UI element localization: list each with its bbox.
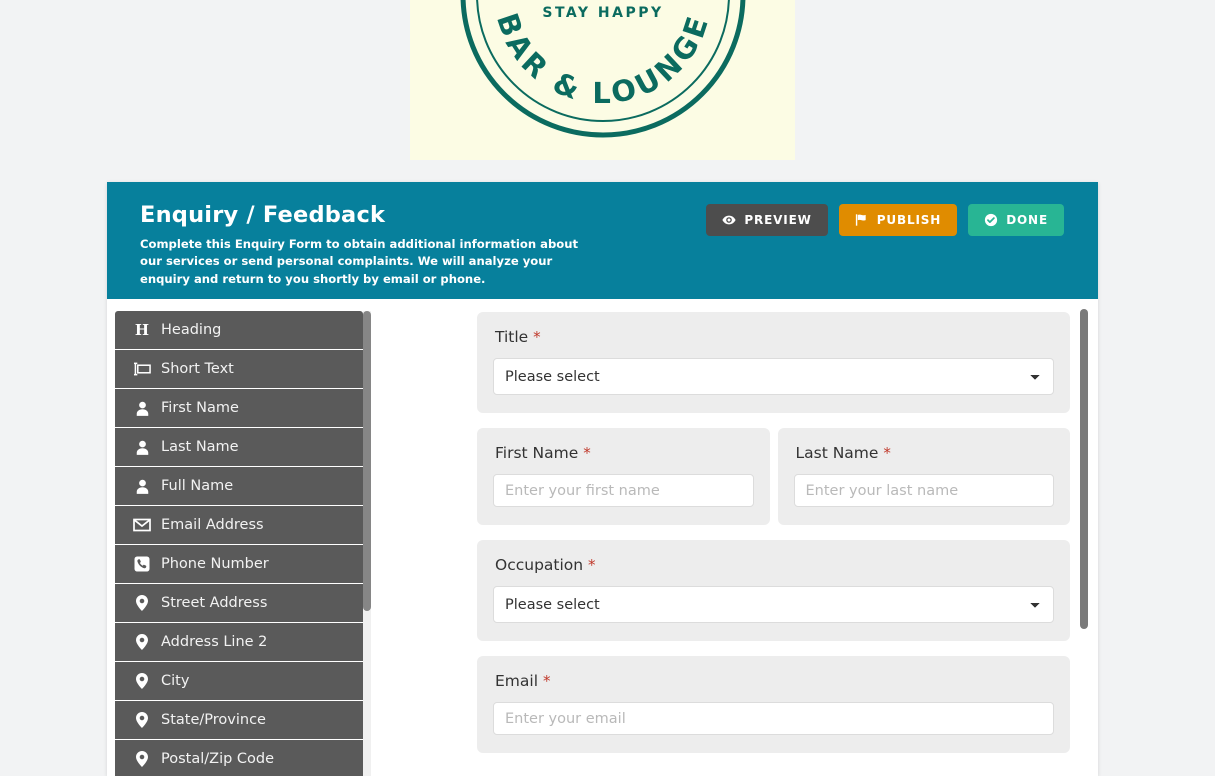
flag-icon [855,213,869,227]
preview-button-label: PREVIEW [744,213,812,227]
sidebar-item-label: City [161,673,190,689]
sidebar-item-first-name[interactable]: First Name [115,389,363,428]
email-field-label: Email * [495,672,1054,690]
sidebar-item-heading[interactable]: H Heading [115,311,363,350]
field-card-last-name[interactable]: Last Name * [777,428,1070,525]
field-palette-sidebar: H Heading Short Text First Name Last Nam… [115,311,377,776]
required-marker: * [583,444,591,462]
canvas-scrollbar-thumb[interactable] [1080,309,1088,629]
map-marker-icon [129,634,155,650]
check-circle-icon [984,213,998,227]
sidebar-scrollbar[interactable] [363,311,371,776]
sidebar-item-label: State/Province [161,712,266,728]
first-name-label-text: First Name [495,444,579,462]
user-icon [129,440,155,455]
publish-button-label: PUBLISH [876,213,942,227]
title-select[interactable]: Please select [493,358,1054,395]
form-description: Complete this Enquiry Form to obtain add… [140,236,579,286]
sidebar-item-street-address[interactable]: Street Address [115,584,363,623]
sidebar-item-label: Heading [161,322,222,338]
map-marker-icon [129,751,155,767]
publish-button[interactable]: PUBLISH [838,204,958,236]
required-marker: * [588,556,596,574]
sidebar-item-label: Address Line 2 [161,634,268,650]
email-label-text: Email [495,672,539,690]
occupation-label-text: Occupation [495,556,584,574]
sidebar-item-label: Street Address [161,595,268,611]
occupation-select[interactable]: Please select [493,586,1054,623]
sidebar-item-last-name[interactable]: Last Name [115,428,363,467]
sidebar-item-label: Phone Number [161,556,269,572]
field-card-first-name[interactable]: First Name * [477,428,770,525]
map-marker-icon [129,595,155,611]
title-label-text: Title [495,328,529,346]
required-marker: * [542,672,551,690]
form-header: Enquiry / Feedback Complete this Enquiry… [107,182,1098,299]
sidebar-item-email-address[interactable]: Email Address [115,506,363,545]
last-name-label-text: Last Name [795,444,879,462]
done-button[interactable]: DONE [968,204,1064,236]
canvas-scrollbar[interactable] [1080,309,1088,764]
first-name-input[interactable] [493,474,754,507]
envelope-icon [129,518,155,532]
email-input[interactable] [493,702,1054,735]
field-palette-list: H Heading Short Text First Name Last Nam… [115,311,363,776]
badge-arc-bottom-text: BAR & LOUNGE [489,9,715,110]
map-marker-icon [129,712,155,728]
sidebar-item-label: Full Name [161,478,234,494]
sidebar-item-label: Short Text [161,361,234,377]
svg-text:H: H [135,322,149,338]
sidebar-item-address-line-2[interactable]: Address Line 2 [115,623,363,662]
sidebar-item-label: Email Address [161,517,264,533]
last-name-field-label: Last Name * [796,444,1055,462]
field-card-name-pair: First Name * Last Name * [477,428,1070,525]
sidebar-item-city[interactable]: City [115,662,363,701]
sidebar-item-state-province[interactable]: State/Province [115,701,363,740]
sidebar-item-label: Postal/Zip Code [161,751,275,767]
first-name-field-label: First Name * [495,444,754,462]
preview-button[interactable]: PREVIEW [706,204,828,236]
sidebar-item-label: Last Name [161,439,239,455]
field-card-email[interactable]: Email * [477,656,1070,753]
required-marker: * [533,328,541,346]
required-marker: * [883,444,891,462]
text-width-icon [129,362,155,376]
form-canvas: Title * Please select First Name * Enter… [377,299,1098,776]
bar-and-lounge-badge-icon: ESTD 2018 CASUAL DINING EAT LOCAL STAY H… [460,0,745,138]
occupation-field-label: Occupation * [495,556,1054,574]
field-card-occupation[interactable]: Occupation * Please select [477,540,1070,641]
map-marker-icon [129,673,155,689]
last-name-input[interactable] [793,474,1054,507]
form-fields-container: Title * Please select First Name * Enter… [377,299,1098,753]
user-icon [129,479,155,494]
sidebar-item-phone-number[interactable]: Phone Number [115,545,363,584]
builder-body: H Heading Short Text First Name Last Nam… [107,299,1098,776]
phone-square-icon [129,556,155,572]
sidebar-scrollbar-thumb[interactable] [363,311,371,611]
form-logo-banner: ESTD 2018 CASUAL DINING EAT LOCAL STAY H… [410,0,795,160]
sidebar-item-full-name[interactable]: Full Name [115,467,363,506]
sidebar-item-label: First Name [161,400,239,416]
header-actions: PREVIEW PUBLISH DONE [706,204,1064,236]
title-field-label: Title * [495,328,1054,346]
heading-icon: H [129,322,155,338]
user-icon [129,401,155,416]
done-button-label: DONE [1006,213,1048,227]
badge-tagline-3: STAY HAPPY [542,5,663,21]
sidebar-item-postal-zip-code[interactable]: Postal/Zip Code [115,740,363,776]
field-card-title[interactable]: Title * Please select [477,312,1070,413]
sidebar-item-short-text[interactable]: Short Text [115,350,363,389]
form-builder-window: Enquiry / Feedback Complete this Enquiry… [107,182,1098,776]
eye-icon [722,213,736,227]
